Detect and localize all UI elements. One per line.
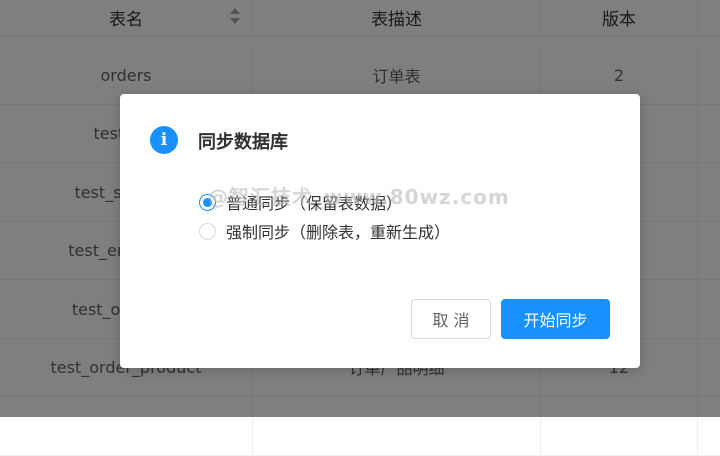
dialog-title: 同步数据库 xyxy=(198,132,288,153)
info-icon: i xyxy=(150,126,178,154)
radio-label: 强制同步（删除表，重新生成） xyxy=(226,223,451,242)
sync-database-dialog: i 同步数据库 普通同步（保留表数据） 强制同步（删除表，重新生成） 取 消 开… xyxy=(120,94,640,368)
start-sync-button[interactable]: 开始同步 xyxy=(501,299,610,339)
watermark: @智汇技术_www.80wz.com xyxy=(208,185,510,209)
cancel-button[interactable]: 取 消 xyxy=(411,299,491,339)
radio-option-force-sync[interactable]: 强制同步（删除表，重新生成） xyxy=(199,219,450,243)
radio-button[interactable] xyxy=(199,222,216,240)
